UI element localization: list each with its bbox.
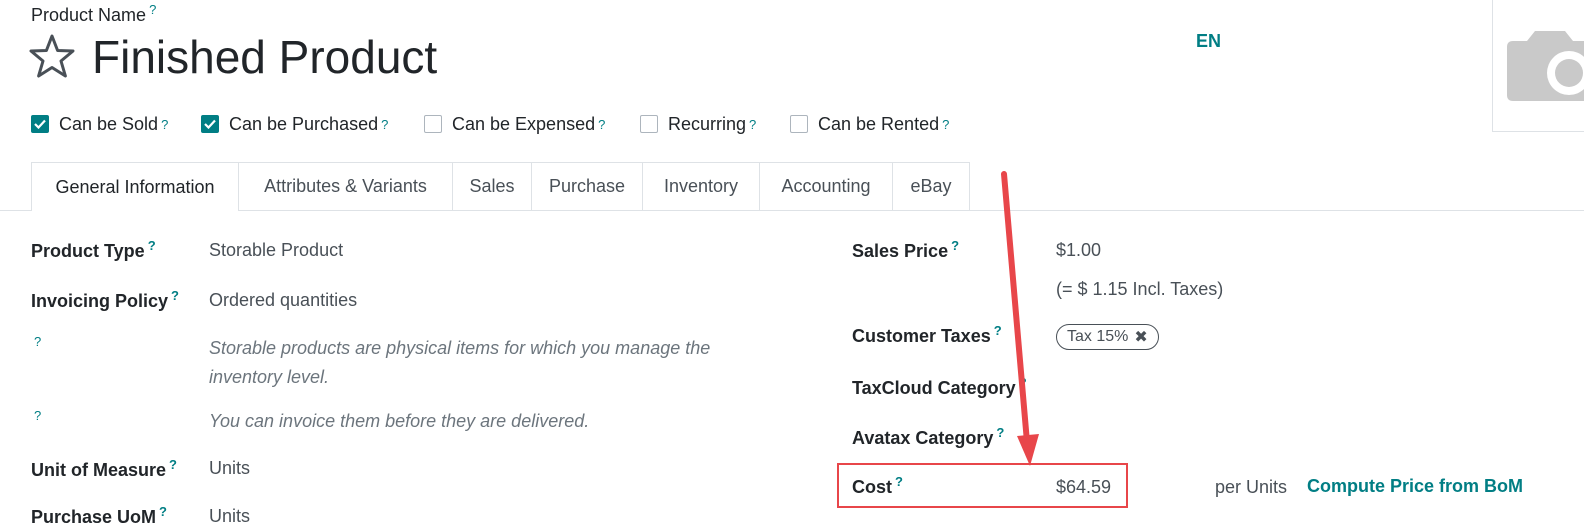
checkbox[interactable] <box>640 115 658 133</box>
avatax-category-label: Avatax Category? <box>852 425 1004 449</box>
field-label: Product Type <box>31 241 145 261</box>
tab-ebay[interactable]: eBay <box>892 162 970 210</box>
purchase-uom-label: Purchase UoM? <box>31 504 167 528</box>
checkbox[interactable] <box>31 115 49 133</box>
field-label: Purchase UoM <box>31 507 157 527</box>
sales-price-label: Sales Price? <box>852 238 959 262</box>
product-name-label-text: Product Name <box>31 5 147 25</box>
help-mark[interactable]: ? <box>598 117 605 132</box>
field-label: Customer Taxes <box>852 326 991 346</box>
cost-value[interactable]: $64.59 <box>1056 477 1111 498</box>
product-image[interactable] <box>1492 0 1584 132</box>
cost-label: Cost? <box>852 474 903 498</box>
help-mark[interactable]: ? <box>951 238 959 253</box>
option-label: Can be Sold <box>59 113 159 134</box>
camera-icon <box>1507 31 1584 101</box>
product-type-value[interactable]: Storable Product <box>209 240 343 261</box>
tax-tag-label: Tax 15% <box>1067 328 1129 345</box>
field-label: Avatax Category <box>852 428 994 448</box>
option-label: Can be Rented <box>818 113 940 134</box>
customer-taxes-label: Customer Taxes? <box>852 323 1002 347</box>
help-mark[interactable]: ? <box>34 408 41 423</box>
cost-per-units: per Units <box>1215 477 1288 497</box>
option-can-be-purchased[interactable]: Can be Purchased? <box>201 113 388 135</box>
option-label: Can be Expensed <box>452 113 596 134</box>
star-icon[interactable] <box>29 34 75 78</box>
storable-hint: Storable products are physical items for… <box>209 338 711 387</box>
invoicing-policy-value[interactable]: Ordered quantities <box>209 290 357 311</box>
unit-of-measure-label: Unit of Measure? <box>31 457 177 481</box>
sales-price-value[interactable]: $1.00 <box>1056 240 1101 261</box>
tab-attributes-variants[interactable]: Attributes & Variants <box>238 162 453 210</box>
tab-accounting[interactable]: Accounting <box>759 162 893 210</box>
option-recurring[interactable]: Recurring? <box>640 113 756 135</box>
field-label: Invoicing Policy <box>31 291 169 311</box>
tax-tag[interactable]: Tax 15% ✖ <box>1056 324 1159 350</box>
help-mark[interactable]: ? <box>942 117 949 132</box>
tab-purchase[interactable]: Purchase <box>531 162 643 210</box>
help-mark[interactable]: ? <box>34 334 41 349</box>
help-mark[interactable]: ? <box>169 457 177 472</box>
annotation-arrow <box>1001 171 1039 466</box>
language-button[interactable]: EN <box>1196 31 1221 52</box>
help-mark[interactable]: ? <box>895 474 903 489</box>
remove-tag-icon[interactable]: ✖ <box>1134 327 1147 347</box>
option-can-be-expensed[interactable]: Can be Expensed? <box>424 113 605 135</box>
invoicing-policy-label: Invoicing Policy? <box>31 288 179 312</box>
help-mark[interactable]: ? <box>749 117 756 132</box>
option-label: Can be Purchased <box>229 113 379 134</box>
unit-of-measure-value[interactable]: Units <box>209 458 250 479</box>
sales-price-incl-taxes: (= $ 1.15 Incl. Taxes) <box>1056 279 1224 299</box>
field-label: Unit of Measure <box>31 460 167 480</box>
product-title[interactable]: Finished Product <box>92 30 437 84</box>
check-icon <box>34 119 46 129</box>
help-mark[interactable]: ? <box>149 2 156 17</box>
field-label: Cost <box>852 477 892 497</box>
help-mark[interactable]: ? <box>161 117 168 132</box>
checkbox[interactable] <box>201 115 219 133</box>
help-mark[interactable]: ? <box>171 288 179 303</box>
product-type-label: Product Type? <box>31 238 156 262</box>
checkbox[interactable] <box>790 115 808 133</box>
checkbox[interactable] <box>424 115 442 133</box>
tab-sales[interactable]: Sales <box>452 162 532 210</box>
tab-inventory[interactable]: Inventory <box>642 162 760 210</box>
check-icon <box>204 119 216 129</box>
invoice-hint: You can invoice them before they are del… <box>209 411 590 431</box>
option-can-be-rented[interactable]: Can be Rented? <box>790 113 949 135</box>
compute-price-from-bom-link[interactable]: Compute Price from BoM <box>1307 476 1523 497</box>
option-label: Recurring <box>668 113 747 134</box>
help-mark[interactable]: ? <box>159 504 167 519</box>
field-label: Sales Price <box>852 241 949 261</box>
product-name-label: Product Name? <box>31 2 156 26</box>
help-mark[interactable]: ? <box>148 238 156 253</box>
tab-general-information[interactable]: General Information <box>31 162 239 211</box>
help-mark[interactable]: ? <box>381 117 388 132</box>
option-can-be-sold[interactable]: Can be Sold? <box>31 113 168 135</box>
